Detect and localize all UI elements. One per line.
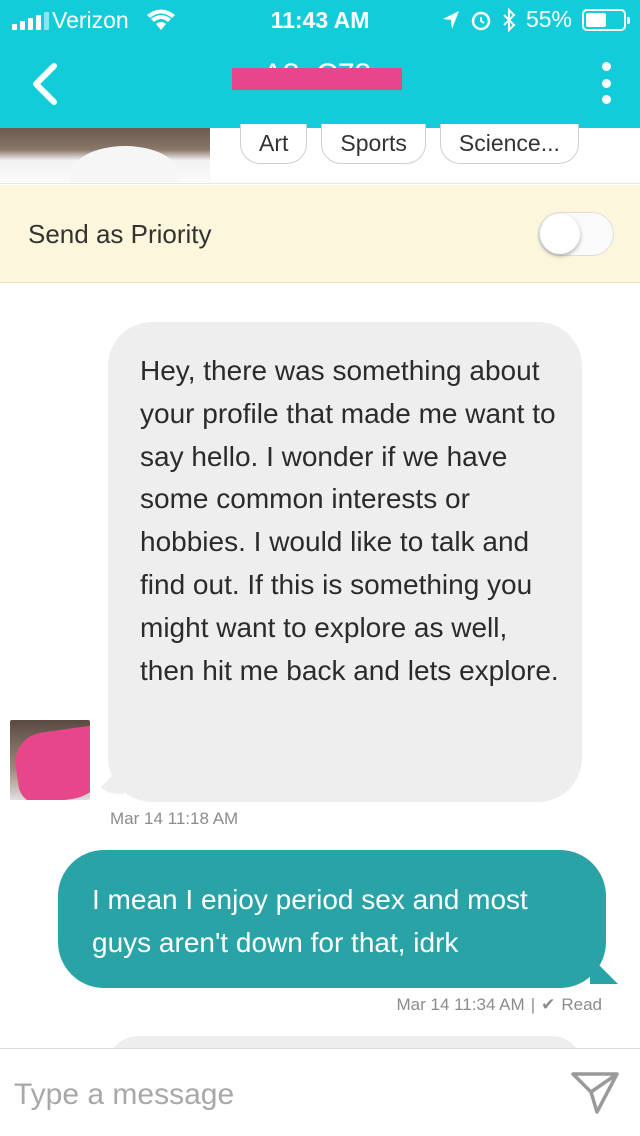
interest-tags: Art Sports Science... <box>240 124 579 164</box>
interest-tag[interactable]: Science... <box>439 124 579 164</box>
read-status: Read <box>561 995 602 1014</box>
battery-fill <box>586 12 606 27</box>
battery-percent: 55% <box>525 6 572 32</box>
status-bar: Verizon 11:43 AM 55% <box>0 0 640 40</box>
status-right-group: 55% <box>442 6 630 33</box>
send-priority-label: Send as Priority <box>28 219 212 249</box>
alarm-icon <box>471 11 491 30</box>
location-arrow-icon <box>442 10 459 29</box>
avatar-redaction <box>11 723 90 800</box>
profile-photo[interactable] <box>0 128 210 182</box>
outgoing-message-bubble: I mean I enjoy period sex and most guys … <box>58 850 618 988</box>
bubble-tail <box>590 956 618 984</box>
message-timestamp: Mar 14 11:18 AM <box>110 809 239 828</box>
top-bar: Verizon 11:43 AM 55% A8_C7 <box>0 0 640 128</box>
conversation-title: A8_C78 <box>232 58 402 94</box>
interest-tag[interactable]: Sports <box>321 124 426 164</box>
incoming-message-bubble: Hey, there was something about your prof… <box>94 322 582 802</box>
more-vertical-icon[interactable] <box>600 62 612 104</box>
message-text: Hey, there was something about your prof… <box>140 355 559 686</box>
message-meta: Mar 14 11:34 AM | ✔ Read <box>396 995 602 1015</box>
message-text: I mean I enjoy period sex and most guys … <box>92 884 528 958</box>
composer-bar <box>0 1048 640 1136</box>
send-priority-toggle[interactable] <box>538 212 614 256</box>
toggle-knob <box>540 214 580 254</box>
bubble-tail <box>94 764 124 794</box>
avatar[interactable] <box>10 720 90 800</box>
bluetooth-icon <box>503 7 516 32</box>
back-chevron-icon[interactable] <box>26 62 66 106</box>
message-timestamp: Mar 14 11:34 AM <box>396 995 525 1014</box>
check-icon: ✔ <box>541 995 556 1014</box>
battery-icon <box>582 8 630 31</box>
message-input[interactable] <box>14 1075 534 1115</box>
title-redaction <box>232 68 402 90</box>
send-icon[interactable] <box>570 1068 620 1116</box>
separator: | <box>530 995 536 1014</box>
interest-tag[interactable]: Art <box>240 124 308 164</box>
